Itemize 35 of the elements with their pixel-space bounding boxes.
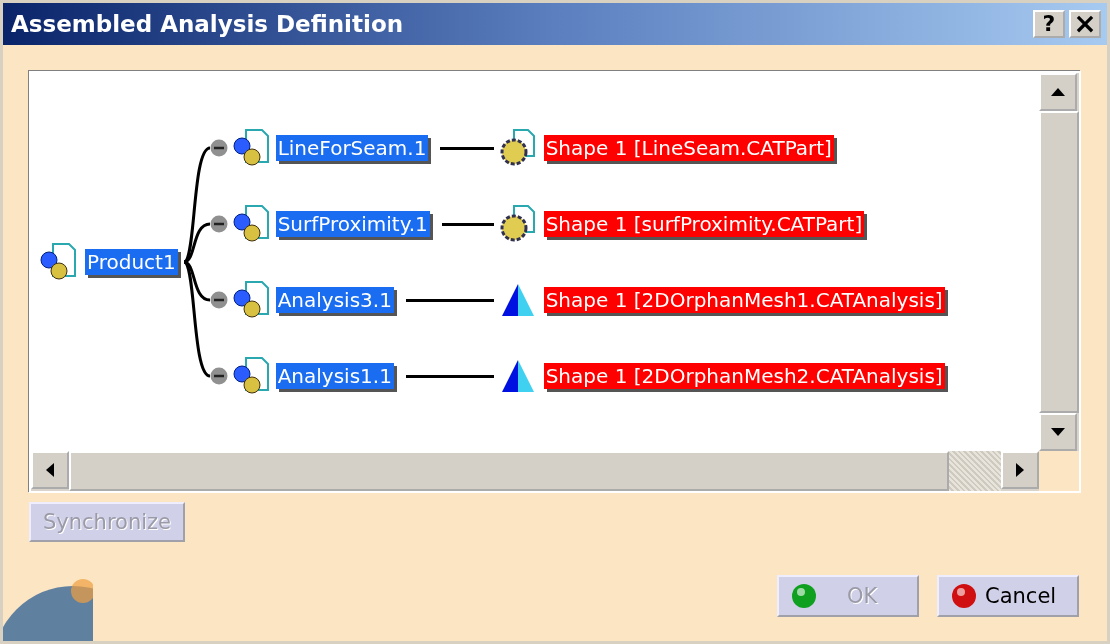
tree-node-label[interactable]: LineForSeam.1 [275,135,429,161]
vertical-scrollbar[interactable] [1039,73,1079,451]
scrollbar-thumb[interactable] [1039,111,1079,413]
close-button[interactable]: × [1069,10,1101,38]
scroll-left-button[interactable] [31,451,69,489]
collapse-icon[interactable] [209,139,228,157]
cancel-button[interactable]: Cancel [937,575,1079,617]
scroll-right-button[interactable] [1001,451,1039,489]
collapse-icon[interactable] [209,215,228,233]
tree-node-label[interactable]: Analysis3.1 [275,287,394,313]
scroll-down-button[interactable] [1039,413,1077,451]
ball-icon [791,583,817,609]
tree-node-label[interactable]: SurfProximity.1 [275,211,430,237]
arrow-right-icon [1015,462,1025,478]
linked-shape-label[interactable]: Shape 1 [2DOrphanMesh1.CATAnalysis] [543,287,945,313]
product-icon [39,242,79,282]
ball-icon [951,583,977,609]
linked-shape-label[interactable]: Shape 1 [2DOrphanMesh2.CATAnalysis] [543,363,945,389]
product-icon [231,128,272,168]
tree-node-label[interactable]: Product1 [85,249,178,275]
arrow-up-icon [1050,87,1066,97]
product-icon [231,356,272,396]
product-icon [231,204,272,244]
window-title: Assembled Analysis Definition [11,11,405,37]
linked-shape-label[interactable]: Shape 1 [LineSeam.CATPart] [543,135,834,161]
help-button[interactable]: ? [1033,10,1065,38]
collapse-icon[interactable] [209,367,228,385]
product-icon [231,280,272,320]
linked-shape-label[interactable]: Shape 1 [surfProximity.CATPart] [543,211,865,237]
arrow-left-icon [45,462,55,478]
scroll-up-button[interactable] [1039,73,1077,111]
collapse-icon[interactable] [209,291,228,309]
scrollbar-corner [1039,451,1079,491]
tree-node-label[interactable]: Analysis1.1 [275,363,394,389]
arrow-down-icon [1050,427,1066,437]
